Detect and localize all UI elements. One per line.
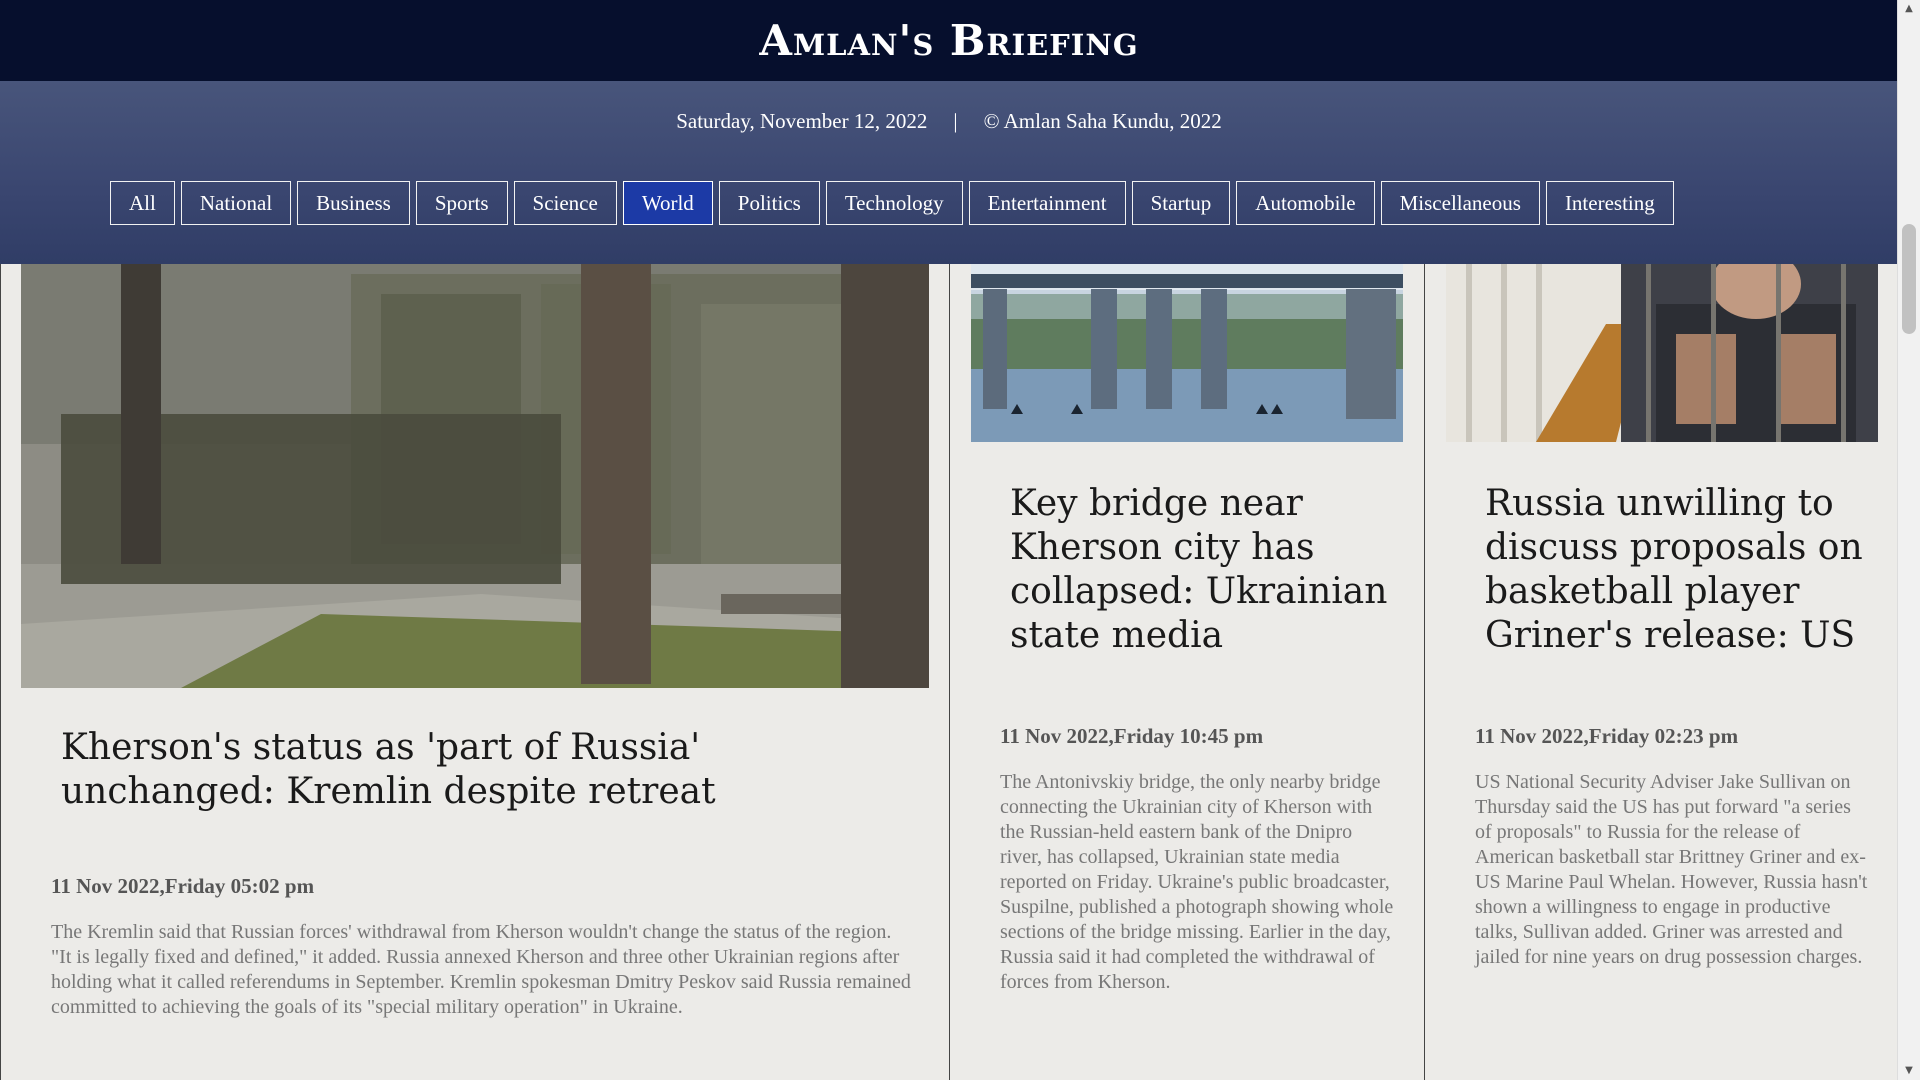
article-datetime: 11 Nov 2022,Friday 02:23 pm (1475, 724, 1739, 748)
tab-national[interactable]: National (180, 181, 292, 225)
article-title[interactable]: Kherson's status as 'part of Russia' unc… (61, 726, 901, 814)
category-nav: All National Business Sports Science Wor… (110, 181, 1674, 225)
news-grid: Kherson's status as 'part of Russia' unc… (0, 264, 1898, 1080)
scrollbar-thumb[interactable] (1902, 224, 1916, 334)
tab-all[interactable]: All (110, 181, 175, 225)
current-date: Saturday, November 12, 2022 (676, 109, 928, 133)
sub-header: Saturday, November 12, 2022 | © Amlan Saha… (0, 81, 1898, 264)
article-image[interactable] (971, 264, 1403, 442)
article-summary: US National Security Adviser Jake Sulliv… (1475, 771, 1868, 968)
tab-business[interactable]: Business (297, 181, 410, 225)
page-scrollbar[interactable]: ▲ ▼ (1897, 0, 1920, 1080)
article-title[interactable]: Russia unwilling to discuss proposals on… (1485, 482, 1885, 658)
copyright: © Amlan Saha Kundu, 2022 (983, 109, 1222, 133)
tab-world[interactable]: World (622, 181, 713, 225)
tab-technology[interactable]: Technology (825, 181, 963, 225)
meta-line: Saturday, November 12, 2022 | © Amlan Saha… (0, 109, 1898, 134)
tab-science[interactable]: Science (513, 181, 617, 225)
tab-automobile[interactable]: Automobile (1236, 181, 1375, 225)
news-card[interactable]: Kherson's status as 'part of Russia' unc… (0, 264, 950, 1080)
meta-separator: | (953, 109, 958, 133)
tab-interesting[interactable]: Interesting (1545, 181, 1674, 225)
site-brand[interactable]: Amlan's Briefing (759, 16, 1138, 65)
tab-sports[interactable]: Sports (415, 181, 508, 225)
griner-photo (1446, 264, 1878, 442)
article-summary: The Kremlin said that Russian forces' wi… (51, 921, 911, 1018)
soldiers-photo (21, 264, 929, 688)
article-datetime: 11 Nov 2022,Friday 10:45 pm (1000, 724, 1264, 748)
news-card[interactable]: Key bridge near Kherson city has collaps… (950, 264, 1425, 1080)
tab-entertainment[interactable]: Entertainment (968, 181, 1126, 225)
scroll-down-icon[interactable]: ▼ (1902, 1064, 1916, 1078)
article-datetime: 11 Nov 2022,Friday 05:02 pm (51, 874, 315, 898)
site-header: Amlan's Briefing (0, 0, 1898, 81)
scroll-up-icon[interactable]: ▲ (1902, 2, 1916, 16)
tab-politics[interactable]: Politics (718, 181, 820, 225)
tab-miscellaneous[interactable]: Miscellaneous (1380, 181, 1540, 225)
article-image[interactable] (1446, 264, 1878, 442)
article-image[interactable] (21, 264, 929, 688)
news-card[interactable]: Russia unwilling to discuss proposals on… (1425, 264, 1898, 1080)
article-summary: The Antonivskiy bridge, the only nearby … (1000, 771, 1394, 993)
bridge-photo (971, 264, 1403, 442)
article-title[interactable]: Key bridge near Kherson city has collaps… (1010, 482, 1410, 658)
tab-startup[interactable]: Startup (1131, 181, 1231, 225)
